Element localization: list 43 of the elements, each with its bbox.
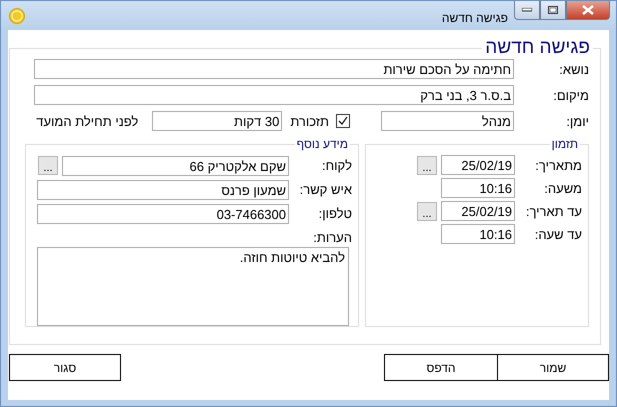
input-field[interactable]: 10:16 bbox=[441, 178, 515, 198]
field-label: נושא: bbox=[558, 62, 589, 76]
field-label: טלפון: bbox=[318, 206, 352, 221]
input-field[interactable]: 30 דקות bbox=[152, 111, 282, 131]
field-label: לקוח: bbox=[321, 158, 352, 173]
input-field[interactable]: מנהל bbox=[381, 111, 514, 131]
checkbox-label: תזכורת bbox=[290, 114, 329, 128]
reminder-suffix: לפני תחילת המועד bbox=[36, 114, 138, 128]
close-dialog-button[interactable]: סגור bbox=[9, 354, 121, 381]
browse-button[interactable]: ... bbox=[38, 156, 58, 175]
field-label: מתאריך: bbox=[534, 158, 582, 172]
coin-icon bbox=[9, 8, 25, 24]
field-label: עד תאריך: bbox=[524, 204, 582, 218]
field-label: יומן: bbox=[565, 114, 589, 128]
input-field[interactable]: שקם אלקטריק 66 bbox=[62, 156, 289, 176]
input-field[interactable]: ב.ס.ר 3, בני ברק bbox=[34, 85, 514, 105]
field-label: הערות: bbox=[312, 230, 352, 245]
input-field[interactable]: שמעון פרנס bbox=[37, 180, 289, 200]
field-label: איש קשר: bbox=[298, 182, 352, 197]
minimize-button[interactable] bbox=[514, 1, 540, 20]
field-label: משעה: bbox=[543, 180, 582, 196]
input-field[interactable]: 25/02/19 bbox=[441, 155, 515, 175]
notes-field[interactable]: להביא טיוטות חוזה. bbox=[37, 247, 349, 326]
close-button[interactable] bbox=[566, 1, 610, 20]
browse-button[interactable]: ... bbox=[417, 156, 437, 174]
checkbox[interactable] bbox=[336, 114, 350, 128]
close-icon bbox=[582, 5, 594, 15]
field-label: עד שעה: bbox=[534, 226, 582, 242]
input-field[interactable]: חתימה על הסכם שירות bbox=[34, 59, 514, 79]
input-field[interactable]: 25/02/19 bbox=[441, 201, 515, 221]
group-title: תזמון bbox=[550, 137, 579, 151]
group-title: מידע נוסף bbox=[296, 137, 349, 151]
window-title: פגישה חדשה bbox=[442, 11, 508, 25]
maximize-button[interactable] bbox=[540, 1, 566, 20]
minimize-icon bbox=[522, 8, 532, 12]
maximize-icon bbox=[548, 6, 558, 14]
input-field[interactable]: 03-7466300 bbox=[37, 204, 289, 224]
action-button[interactable]: שמור bbox=[497, 354, 609, 381]
input-field[interactable]: 10:16 bbox=[441, 224, 515, 244]
form-title: פגישה חדשה bbox=[484, 37, 591, 59]
field-label: מיקום: bbox=[552, 88, 589, 102]
browse-button[interactable]: ... bbox=[417, 202, 437, 220]
action-button[interactable]: הדפס bbox=[384, 354, 497, 381]
